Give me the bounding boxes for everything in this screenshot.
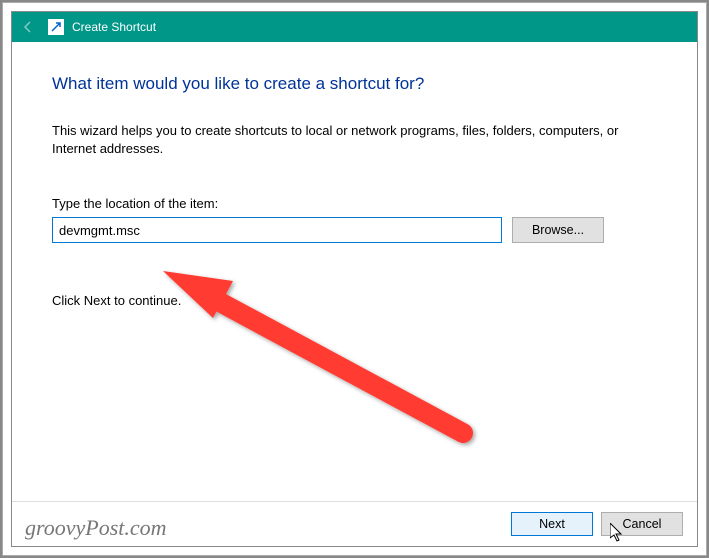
wizard-footer: Next Cancel xyxy=(12,501,697,546)
location-input[interactable] xyxy=(52,217,502,243)
window-title: Create Shortcut xyxy=(72,20,156,34)
page-heading: What item would you like to create a sho… xyxy=(52,74,657,94)
wizard-content: What item would you like to create a sho… xyxy=(12,42,697,501)
shortcut-icon xyxy=(48,19,64,35)
page-description: This wizard helps you to create shortcut… xyxy=(52,122,657,158)
browse-button[interactable]: Browse... xyxy=(512,217,604,243)
wizard-window: Create Shortcut What item would you like… xyxy=(11,11,698,547)
cancel-button[interactable]: Cancel xyxy=(601,512,683,536)
back-button xyxy=(20,19,36,35)
titlebar: Create Shortcut xyxy=(12,12,697,42)
next-button[interactable]: Next xyxy=(511,512,593,536)
continue-instruction: Click Next to continue. xyxy=(52,293,657,308)
location-label: Type the location of the item: xyxy=(52,196,657,211)
